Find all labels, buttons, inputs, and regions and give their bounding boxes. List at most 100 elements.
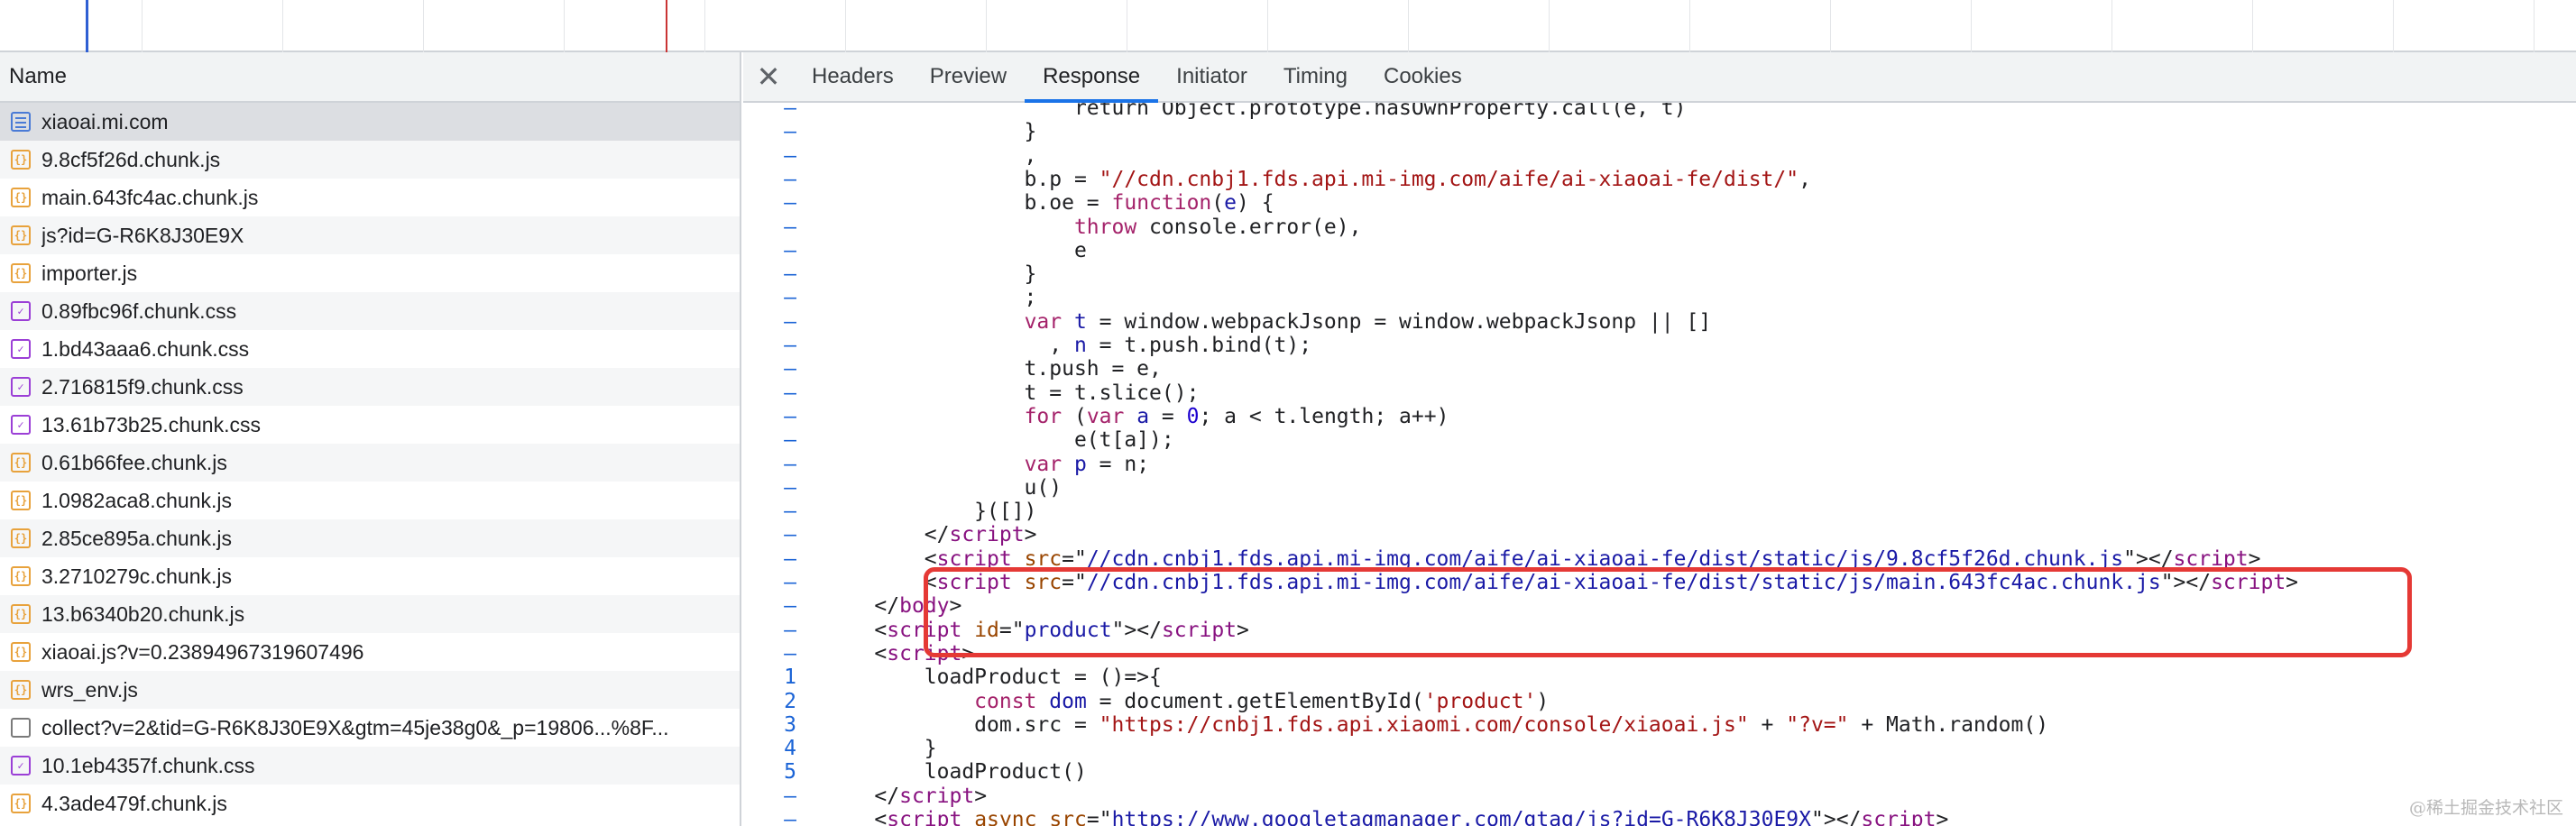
code-token: + [1748, 712, 1787, 737]
code-text: var p = n; [824, 452, 1150, 476]
stylesheet-icon: ✓ [11, 301, 31, 321]
code-token: loadProduct() [824, 760, 1087, 785]
request-row[interactable]: {} wrs_env.js [0, 671, 740, 709]
code-token: script [936, 571, 1012, 594]
request-row[interactable]: {} 4.3ade479f.chunk.js [0, 785, 740, 822]
other-request-icon [11, 718, 31, 738]
line-gutter-marker: – [784, 103, 796, 120]
line-gutter-marker: – [784, 238, 796, 262]
response-code-viewer[interactable]: – <script async src="https://www.googlet… [743, 103, 2576, 826]
line-gutter-marker: – [784, 784, 796, 808]
code-token: throw [1073, 215, 1137, 239]
code-token: < [824, 571, 937, 594]
code-token: product [1024, 618, 1112, 642]
code-token: script [887, 618, 962, 642]
line-gutter-marker: – [784, 120, 796, 144]
code-token: dom.src = [824, 712, 1099, 737]
code-text: for (var a = 0; a < t.length; a++) [824, 405, 1449, 428]
code-token: ) [1536, 689, 1550, 713]
code-token: } [824, 262, 1037, 287]
code-token: ; a < t.length; a++) [1199, 404, 1449, 428]
request-row[interactable]: {} js?id=G-R6K8J30E9X [0, 216, 740, 254]
request-row[interactable]: {} 3.2710279c.chunk.js [0, 557, 740, 595]
code-text: t.push = e, [824, 357, 1162, 381]
line-gutter-marker: – [784, 546, 796, 571]
script-icon: {} [11, 604, 31, 624]
line-gutter-marker: 1 [784, 665, 796, 690]
tab-initiator[interactable]: Initiator [1158, 52, 1265, 101]
request-name: 1.bd43aaa6.chunk.css [41, 336, 250, 361]
tab-timing[interactable]: Timing [1265, 52, 1366, 101]
code-token: 0 [1186, 404, 1200, 428]
request-row[interactable]: ✓ 1.bd43aaa6.chunk.css [0, 330, 740, 368]
code-token: < [824, 808, 888, 826]
request-row[interactable]: ✓ 0.89fbc96f.chunk.css [0, 292, 740, 330]
line-gutter-marker: – [784, 475, 796, 500]
code-text: var t = window.webpackJsonp = window.web… [824, 310, 1712, 334]
script-icon: {} [11, 453, 31, 473]
line-gutter-marker: 4 [784, 737, 796, 761]
line-gutter-marker: – [784, 523, 796, 547]
request-row[interactable]: {} importer.js [0, 254, 740, 292]
tab-headers[interactable]: Headers [794, 52, 912, 101]
request-row[interactable]: {} 9.8cf5f26d.chunk.js [0, 141, 740, 179]
request-name: 1.0982aca8.chunk.js [41, 488, 232, 512]
request-row[interactable]: xiaoai.mi.com [0, 103, 740, 141]
code-token: https://www.googletagmanager.com/gtag/js… [1111, 808, 1812, 826]
code-token: src [1024, 571, 1063, 594]
request-row[interactable]: {} xiaoai.js?v=0.23894967319607496 [0, 633, 740, 671]
request-row[interactable]: ✓ 13.61b73b25.chunk.css [0, 406, 740, 444]
close-icon[interactable]: ✕ [757, 60, 781, 94]
code-token: =" [1086, 808, 1112, 826]
code-token: < [824, 618, 888, 642]
network-timeline-overview[interactable] [0, 0, 2576, 52]
request-name: xiaoai.mi.com [41, 109, 169, 133]
request-row[interactable]: collect?v=2&tid=G-R6K8J30E9X&gtm=45je38g… [0, 709, 740, 747]
code-token: ) { [1237, 191, 1274, 216]
tab-cookies[interactable]: Cookies [1366, 52, 1480, 101]
tab-preview[interactable]: Preview [912, 52, 1025, 101]
line-gutter-marker: – [784, 262, 796, 287]
request-name: 3.2710279c.chunk.js [41, 564, 232, 588]
close-details-button[interactable]: ✕ [743, 52, 794, 101]
code-token: script [2211, 571, 2286, 594]
code-token: > [1024, 523, 1037, 547]
line-gutter-marker: – [784, 808, 796, 826]
code-token: =" [1062, 571, 1087, 594]
code-text: </script> [824, 523, 1037, 547]
line-gutter-marker: – [784, 452, 796, 476]
script-icon: {} [11, 680, 31, 700]
details-tab-bar: ✕ Headers Preview Response Initiator Tim… [743, 52, 2576, 103]
name-column-header[interactable]: Name [0, 52, 740, 103]
request-row[interactable]: ✓ 2.716815f9.chunk.css [0, 368, 740, 406]
code-token: script [1161, 618, 1237, 642]
code-token: = [1149, 404, 1187, 428]
request-name: main.643fc4ac.chunk.js [41, 185, 259, 209]
request-list: xiaoai.mi.com {} 9.8cf5f26d.chunk.js {} main… [0, 103, 740, 822]
code-token: t.push = e, [824, 357, 1162, 381]
code-token: > [1936, 808, 1949, 826]
request-row[interactable]: {} 13.b6340b20.chunk.js [0, 595, 740, 633]
script-icon: {} [11, 150, 31, 170]
timeline-gridline [704, 0, 705, 52]
code-token: src [1024, 546, 1063, 571]
code-token: p [1073, 452, 1087, 476]
timeline-gridline [282, 0, 283, 52]
code-token: }([]) [824, 500, 1037, 524]
code-token: dom [1049, 689, 1087, 713]
request-row[interactable]: {} 0.61b66fee.chunk.js [0, 444, 740, 482]
request-row[interactable]: ✓ 10.1eb4357f.chunk.css [0, 747, 740, 785]
code-token: n [1073, 334, 1087, 357]
tab-response[interactable]: Response [1025, 52, 1159, 103]
code-token: function [1111, 191, 1212, 216]
request-row[interactable]: {} main.643fc4ac.chunk.js [0, 179, 740, 216]
request-row[interactable]: {} 1.0982aca8.chunk.js [0, 482, 740, 519]
line-gutter-marker: – [784, 143, 796, 168]
request-row[interactable]: {} 2.85ce895a.chunk.js [0, 519, 740, 557]
code-token: > [961, 641, 975, 665]
